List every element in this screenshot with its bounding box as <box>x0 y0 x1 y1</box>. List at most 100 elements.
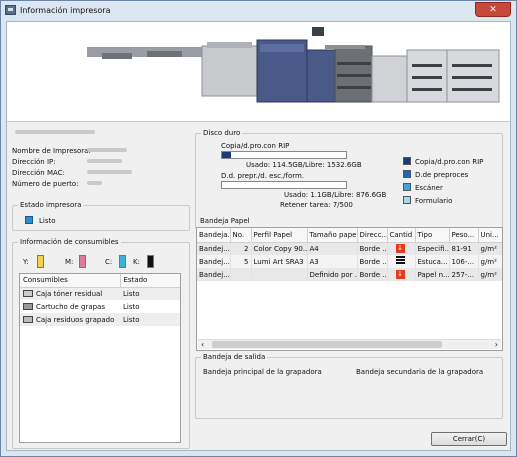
type-cell: Especifi... <box>415 242 450 255</box>
col-number[interactable]: No. <box>230 228 252 243</box>
close-button[interactable]: Cerrar(C) <box>431 432 507 446</box>
unit-cell: g/m² <box>478 242 502 255</box>
profile-cell <box>251 268 308 281</box>
weight-cell: 257-... <box>449 268 479 281</box>
printer-name-value <box>87 148 127 152</box>
paper-empty-icon: ↓ <box>395 270 405 279</box>
prepr-usage-bar <box>221 181 347 189</box>
col-unit[interactable]: Uni... <box>478 228 502 243</box>
tray-cell: Bandej... <box>197 268 231 281</box>
col-weight[interactable]: Peso... <box>449 228 479 243</box>
consumables-table: Consumibles Estado Caja tóner residual L… <box>20 274 180 326</box>
status-value: Listo <box>39 217 56 225</box>
weight-cell: 81-91 <box>449 242 479 255</box>
window-title: Información impresora <box>20 5 111 15</box>
scroll-left-arrow-icon[interactable]: ‹ <box>201 340 204 350</box>
mac-address-label: Dirección MAC: <box>12 169 65 177</box>
paper-empty-icon: ↓ <box>395 244 405 254</box>
port-number-value <box>87 181 102 185</box>
legend-preprocess-swatch <box>403 170 411 178</box>
col-paper-size[interactable]: Tamaño papel <box>307 228 358 243</box>
legend-scanner-swatch <box>403 183 411 191</box>
staple-cartridge-icon <box>23 303 33 310</box>
legend-form-label: Formulario <box>415 197 453 205</box>
title-bar: Información impresora ✕ <box>1 1 516 19</box>
window-close-button[interactable]: ✕ <box>475 2 511 17</box>
printer-info-window: Información impresora ✕ Nombre de Impres… <box>0 0 517 457</box>
printer-app-icon <box>5 5 16 15</box>
table-row[interactable]: Bandej... 2 Color Copy 90... A4 Borde ..… <box>197 242 502 255</box>
tray-horizontal-scrollbar[interactable]: ‹ › <box>198 339 501 349</box>
direction-cell: Borde ... <box>357 242 388 255</box>
status-ready-icon <box>25 216 33 224</box>
rip-usage-bar <box>221 151 347 159</box>
col-quantity[interactable]: Cantid <box>387 228 416 243</box>
size-cell: A4 <box>307 242 358 255</box>
legend-form-swatch <box>403 196 411 204</box>
col-direction[interactable]: Direcc... <box>357 228 388 243</box>
hard-disk-title: Disco duro <box>201 129 243 137</box>
toner-y-label: Y: <box>23 258 29 266</box>
scroll-right-arrow-icon[interactable]: › <box>495 340 498 350</box>
consumable-name: Cartucho de grapas <box>36 302 105 311</box>
col-consumables[interactable]: Consumibles <box>20 274 121 288</box>
ip-address-value <box>87 159 122 163</box>
scrollbar-thumb[interactable] <box>212 341 442 348</box>
size-cell: A3 <box>307 255 358 268</box>
toner-m-gauge <box>79 255 86 268</box>
type-cell: Estuca... <box>415 255 450 268</box>
legend-rip-swatch <box>403 157 411 165</box>
col-paper-profile[interactable]: Perfil Papel <box>251 228 308 243</box>
ip-address-label: Dirección IP: <box>12 158 56 166</box>
unit-cell: g/m² <box>478 268 502 281</box>
paper-full-icon <box>395 256 405 265</box>
toner-c-gauge <box>119 255 126 268</box>
direction-cell: Borde ... <box>357 268 388 281</box>
table-row[interactable]: Bandej... 5 Lumi Art SRA3 A3 Borde ... E… <box>197 255 502 268</box>
rip-usage-fill <box>222 152 231 158</box>
port-number-label: Número de puerto: <box>12 180 79 188</box>
list-item[interactable]: Caja residuos grapado Listo <box>20 313 180 326</box>
paper-tray-title: Bandeja Papel <box>200 217 250 225</box>
col-tray[interactable]: Bandeja... <box>197 228 231 243</box>
legend-rip-label: Copia/d.pro.con RIP <box>415 158 484 166</box>
output-tray-group: Bandeja de salida Bandeja principal de l… <box>195 353 503 419</box>
col-status[interactable]: Estado <box>120 274 180 288</box>
quantity-cell <box>387 255 416 268</box>
toner-k-label: K: <box>133 258 140 266</box>
toner-m-label: M: <box>65 258 74 266</box>
number-cell: 5 <box>230 255 252 268</box>
consumable-name: Caja tóner residual <box>36 289 103 298</box>
toner-c-label: C: <box>105 258 113 266</box>
direction-cell: Borde ... <box>357 255 388 268</box>
rip-label: Copia/d.pro.con RIP <box>221 142 290 150</box>
rip-usage-text: Usado: 114.5GB/Libre: 1532.6GB <box>246 161 362 169</box>
paper-tray-table-view[interactable]: Bandeja... No. Perfil Papel Tamaño papel… <box>196 227 503 351</box>
weight-cell: 106-... <box>449 255 479 268</box>
legend-preprocess-label: D.de preproces <box>415 171 469 179</box>
toner-y-gauge <box>37 255 44 268</box>
consumables-list[interactable]: Consumibles Estado Caja tóner residual L… <box>19 273 181 443</box>
col-type[interactable]: Tipo <box>415 228 450 243</box>
consumable-name: Caja residuos grapado <box>36 315 115 324</box>
list-item[interactable]: Cartucho de grapas Listo <box>20 300 180 313</box>
output-tray-main: Bandeja principal de la grapadora <box>203 368 322 376</box>
mac-address-value <box>87 170 132 174</box>
legend-scanner-label: Escáner <box>415 184 443 192</box>
unit-cell: g/m² <box>478 255 502 268</box>
printer-illustration <box>7 22 510 122</box>
tray-cell: Bandej... <box>197 255 231 268</box>
output-tray-secondary: Bandeja secundaria de la grapadora <box>356 368 484 376</box>
printer-status-title: Estado impresora <box>18 201 84 209</box>
quantity-cell: ↓ <box>387 242 416 255</box>
number-cell <box>230 268 252 281</box>
list-item[interactable]: Caja tóner residual Listo <box>20 287 180 300</box>
profile-cell: Lumi Art SRA3 <box>251 255 308 268</box>
hard-disk-group: Disco duro Copia/d.pro.con RIP Usado: 11… <box>195 129 503 229</box>
table-row[interactable]: Bandej... Definido por ... Borde ... ↓ P… <box>197 268 502 281</box>
retain-jobs-text: Retener tarea: 7/500 <box>280 201 353 209</box>
type-cell: Papel n... <box>415 268 450 281</box>
size-cell: Definido por ... <box>307 268 358 281</box>
quantity-cell: ↓ <box>387 268 416 281</box>
printer-status-group: Estado impresora Listo <box>12 201 190 231</box>
